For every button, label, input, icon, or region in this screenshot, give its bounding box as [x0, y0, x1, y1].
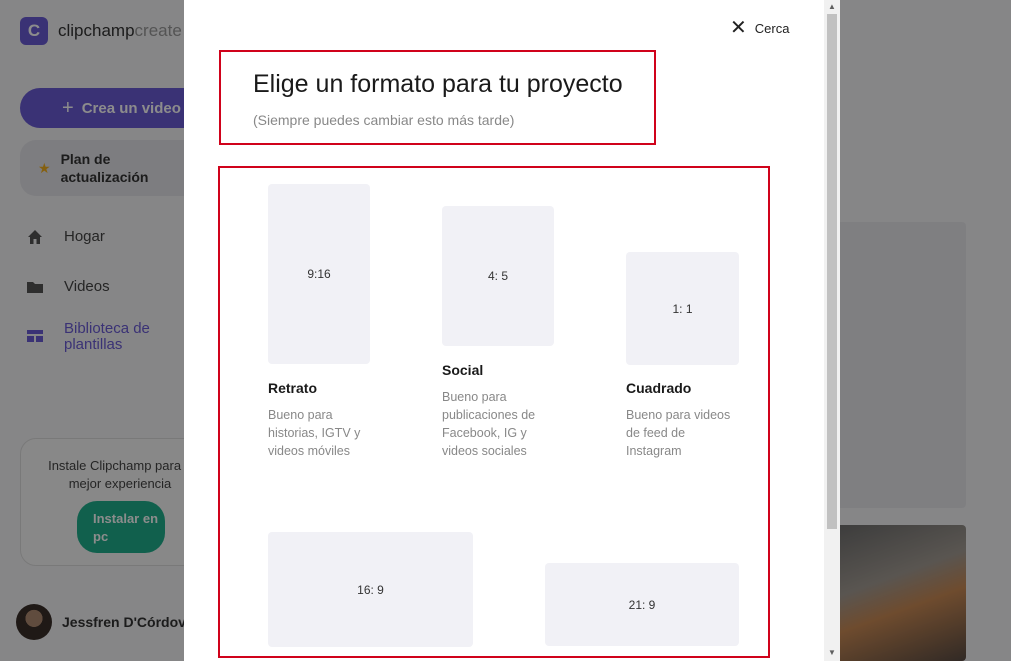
scroll-down-arrow-icon[interactable]: ▼	[828, 648, 836, 657]
modal-title: Elige un formato para tu proyecto	[253, 70, 623, 98]
format-ratio: 4: 5	[487, 269, 508, 283]
format-option-landscape[interactable]: 16: 9	[268, 532, 474, 652]
format-option-portrait[interactable]: 9:16 Retrato Bueno para historias, IGTV …	[268, 184, 398, 464]
format-name: Cuadrado	[626, 380, 692, 396]
format-ratio: 21: 9	[628, 597, 656, 612]
format-name: Retrato	[268, 380, 318, 396]
format-description: Bueno para videos de feed de Instagram	[626, 408, 731, 458]
format-name: Social	[442, 362, 484, 378]
format-option-cinematic[interactable]: 21: 9	[545, 563, 739, 653]
format-thumbnail: 1: 1	[626, 252, 739, 365]
close-button[interactable]: ✕ Cerca	[730, 17, 790, 39]
format-thumbnail: 9:16	[268, 184, 370, 364]
format-description: Bueno para publicaciones de Facebook, IG…	[442, 390, 536, 458]
modal-subtitle: (Siempre puedes cambiar esto más tarde)	[253, 112, 515, 128]
format-thumbnail: 4: 5	[442, 206, 554, 346]
format-ratio: 1: 1	[672, 301, 693, 316]
format-ratio: 16: 9	[357, 582, 384, 597]
title-highlight: Elige un formato para tu proyecto (Siemp…	[219, 50, 656, 145]
format-modal: ✕ Cerca Elige un formato para tu proyect…	[184, 0, 840, 661]
scroll-thumb[interactable]	[827, 14, 837, 529]
close-icon: ✕	[730, 17, 747, 39]
close-label: Cerca	[754, 20, 790, 36]
format-thumbnail: 21: 9	[545, 563, 739, 646]
format-thumbnail: 16: 9	[268, 532, 473, 647]
formats-grid: 9:16 Retrato Bueno para historias, IGTV …	[218, 166, 770, 658]
format-ratio: 9:16	[307, 267, 331, 281]
format-description: Bueno para historias, IGTV y videos móvi…	[268, 408, 361, 458]
format-option-social[interactable]: 4: 5 Social Bueno para publicaciones de …	[442, 206, 572, 466]
scroll-up-arrow-icon[interactable]: ▲	[828, 2, 836, 11]
format-option-square[interactable]: 1: 1 Cuadrado Bueno para videos de feed …	[626, 252, 756, 472]
modal-scrollbar[interactable]: ▲ ▼	[824, 0, 840, 661]
